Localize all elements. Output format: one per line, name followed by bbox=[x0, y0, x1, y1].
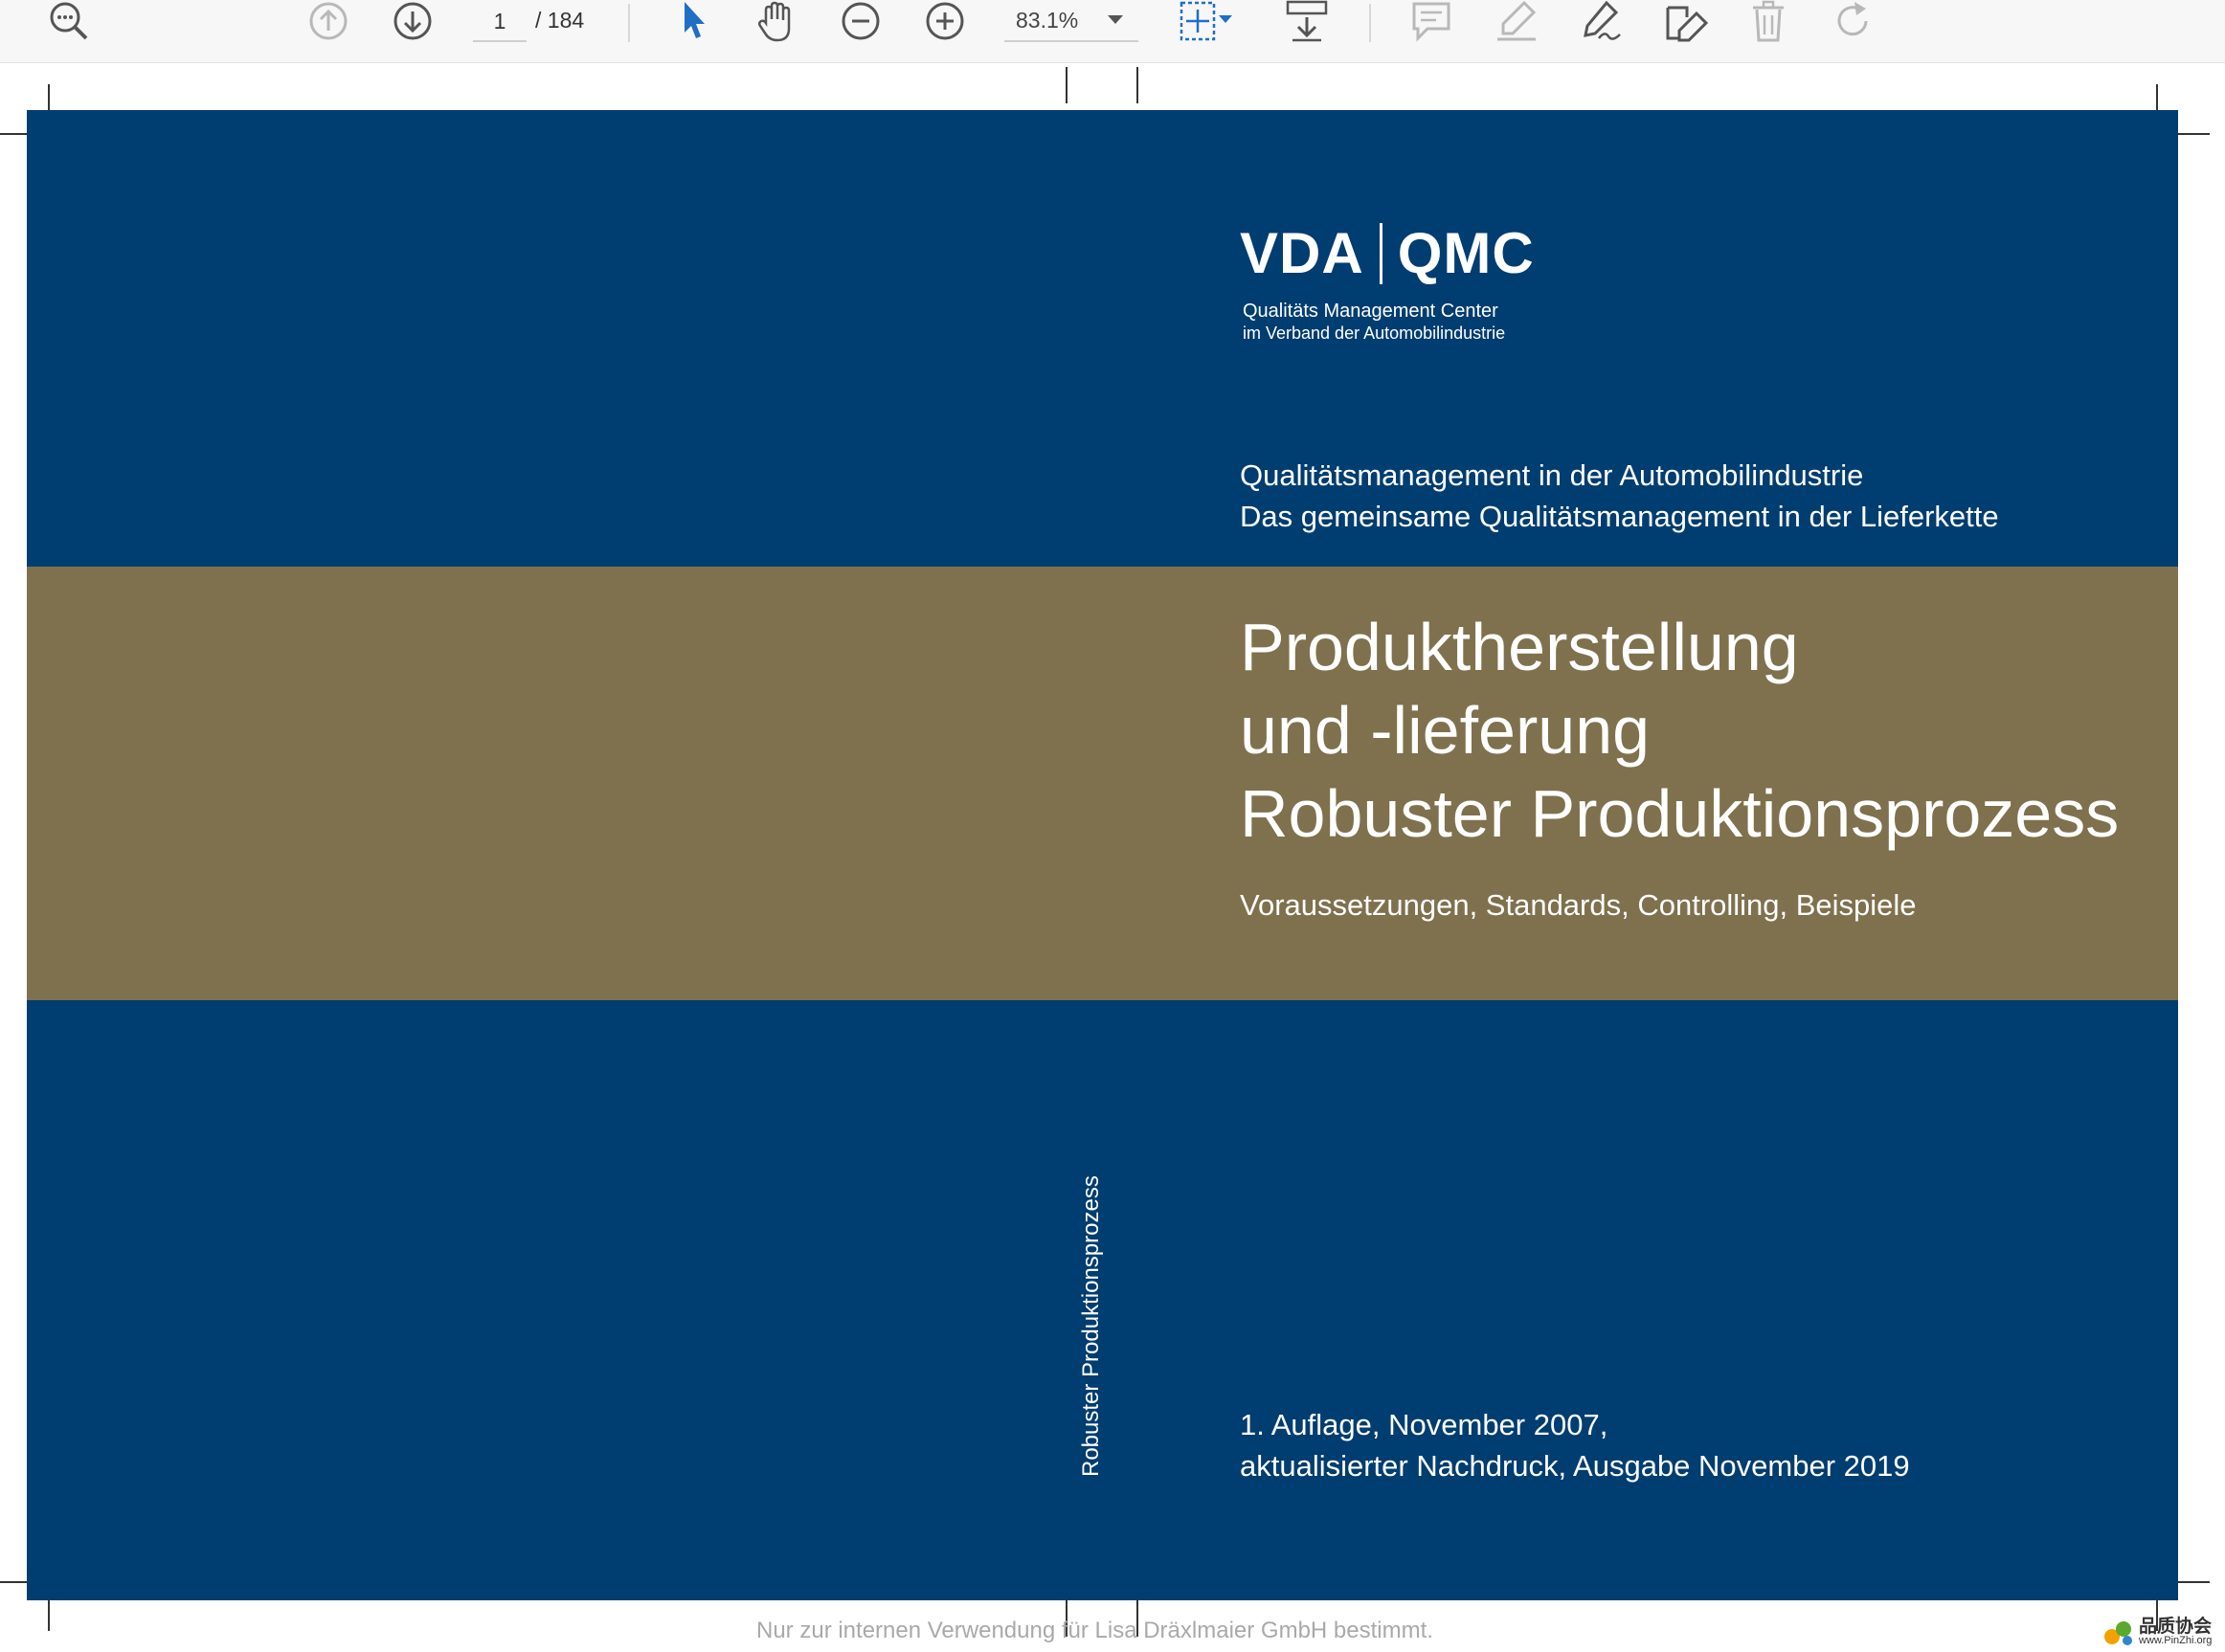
edition-line-2: aktualisierter Nachdruck, Ausgabe Novemb… bbox=[1240, 1449, 1910, 1483]
pinzhi-logo-name: 品质协会 bbox=[2139, 1617, 2213, 1637]
title-line-1: Produktherstellung bbox=[1240, 610, 1799, 684]
hand-tool-icon[interactable] bbox=[751, 0, 800, 42]
subtitle-line-1: Qualitätsmanagement in der Automobilindu… bbox=[1240, 458, 1864, 492]
crop-mark bbox=[1136, 67, 1138, 103]
comment-icon[interactable] bbox=[1407, 0, 1455, 42]
usage-watermark: Nur zur internen Verwendung für Lisa Drä… bbox=[756, 1618, 1433, 1643]
select-tool-icon[interactable] bbox=[670, 0, 714, 42]
zoom-level-value: 83.1% bbox=[1016, 8, 1079, 33]
pinzhi-logo: 品质协会 www.PinZhi.org bbox=[2102, 1618, 2212, 1646]
title-line-2: und -lieferung bbox=[1240, 693, 1651, 768]
logo-subtitle-1: Qualitäts Management Center bbox=[1243, 301, 1498, 322]
delete-icon[interactable] bbox=[1744, 0, 1792, 42]
edition-info: 1. Auflage, November 2007, aktualisierte… bbox=[1240, 1404, 1910, 1486]
vda-qmc-logo: VDA QMC Qualitäts Management Center im V… bbox=[1240, 223, 1535, 344]
edit-document-icon[interactable] bbox=[1660, 0, 1712, 42]
previous-page-icon[interactable] bbox=[304, 0, 352, 42]
edition-line-1: 1. Auflage, November 2007, bbox=[1240, 1408, 1608, 1441]
next-page-icon[interactable] bbox=[389, 0, 437, 42]
page-total: / 184 bbox=[535, 8, 585, 33]
zoom-in-icon[interactable] bbox=[921, 0, 969, 42]
document-title: Produktherstellung und -lieferung Robust… bbox=[1240, 606, 2119, 856]
logo-qmc: QMC bbox=[1397, 221, 1535, 285]
page-number-input[interactable] bbox=[473, 2, 527, 42]
crop-mark bbox=[1066, 67, 1068, 103]
logo-vda: VDA bbox=[1240, 221, 1364, 285]
zoom-out-icon[interactable] bbox=[837, 0, 885, 42]
fit-page-icon[interactable] bbox=[1178, 0, 1235, 42]
series-subtitle: Qualitätsmanagement in der Automobilindu… bbox=[1240, 455, 1999, 537]
crop-mark bbox=[48, 1596, 50, 1631]
document-tagline: Voraussetzungen, Standards, Controlling,… bbox=[1240, 888, 1917, 922]
toolbar-divider bbox=[628, 4, 630, 42]
highlight-icon[interactable] bbox=[1492, 0, 1541, 42]
scroll-mode-icon[interactable] bbox=[1283, 0, 1331, 42]
chevron-down-icon[interactable] bbox=[1107, 13, 1124, 31]
logo-subtitle-2: im Verband der Automobilindustrie bbox=[1243, 324, 1506, 343]
pinzhi-logo-icon bbox=[2104, 1621, 2132, 1645]
spine-text: Robuster Produktionsprozess bbox=[1078, 1175, 1104, 1477]
document-page-cover: VDA QMC Qualitäts Management Center im V… bbox=[27, 110, 2178, 1600]
pinzhi-logo-url: www.PinZhi.org bbox=[2139, 1635, 2213, 1646]
draw-icon[interactable] bbox=[1576, 0, 1626, 42]
rotate-icon[interactable] bbox=[1829, 0, 1877, 42]
subtitle-line-2: Das gemeinsame Qualitätsmanagement in de… bbox=[1240, 500, 1999, 533]
find-icon[interactable] bbox=[42, 0, 94, 42]
logo-divider bbox=[1379, 223, 1382, 284]
pdf-toolbar: / 184 83.1% bbox=[0, 0, 2225, 63]
title-line-3: Robuster Produktionsprozess bbox=[1240, 776, 2120, 851]
toolbar-divider bbox=[1369, 4, 1371, 42]
